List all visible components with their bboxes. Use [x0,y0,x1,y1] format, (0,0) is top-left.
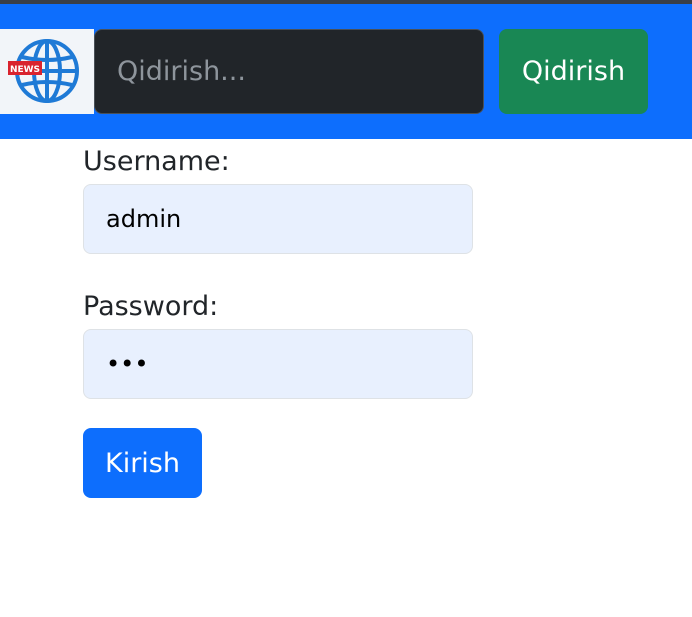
password-label: Password: [83,291,219,322]
navbar: NEWS Qidirish [0,4,692,139]
login-button[interactable]: Kirish [83,428,202,498]
site-logo[interactable]: NEWS [0,29,94,114]
search-input[interactable] [94,29,484,114]
search-button[interactable]: Qidirish [499,29,648,114]
username-input[interactable] [83,184,473,254]
globe-news-icon: NEWS [8,39,79,103]
password-input[interactable] [83,329,473,399]
svg-text:NEWS: NEWS [10,65,40,75]
username-label: Username: [83,146,230,177]
